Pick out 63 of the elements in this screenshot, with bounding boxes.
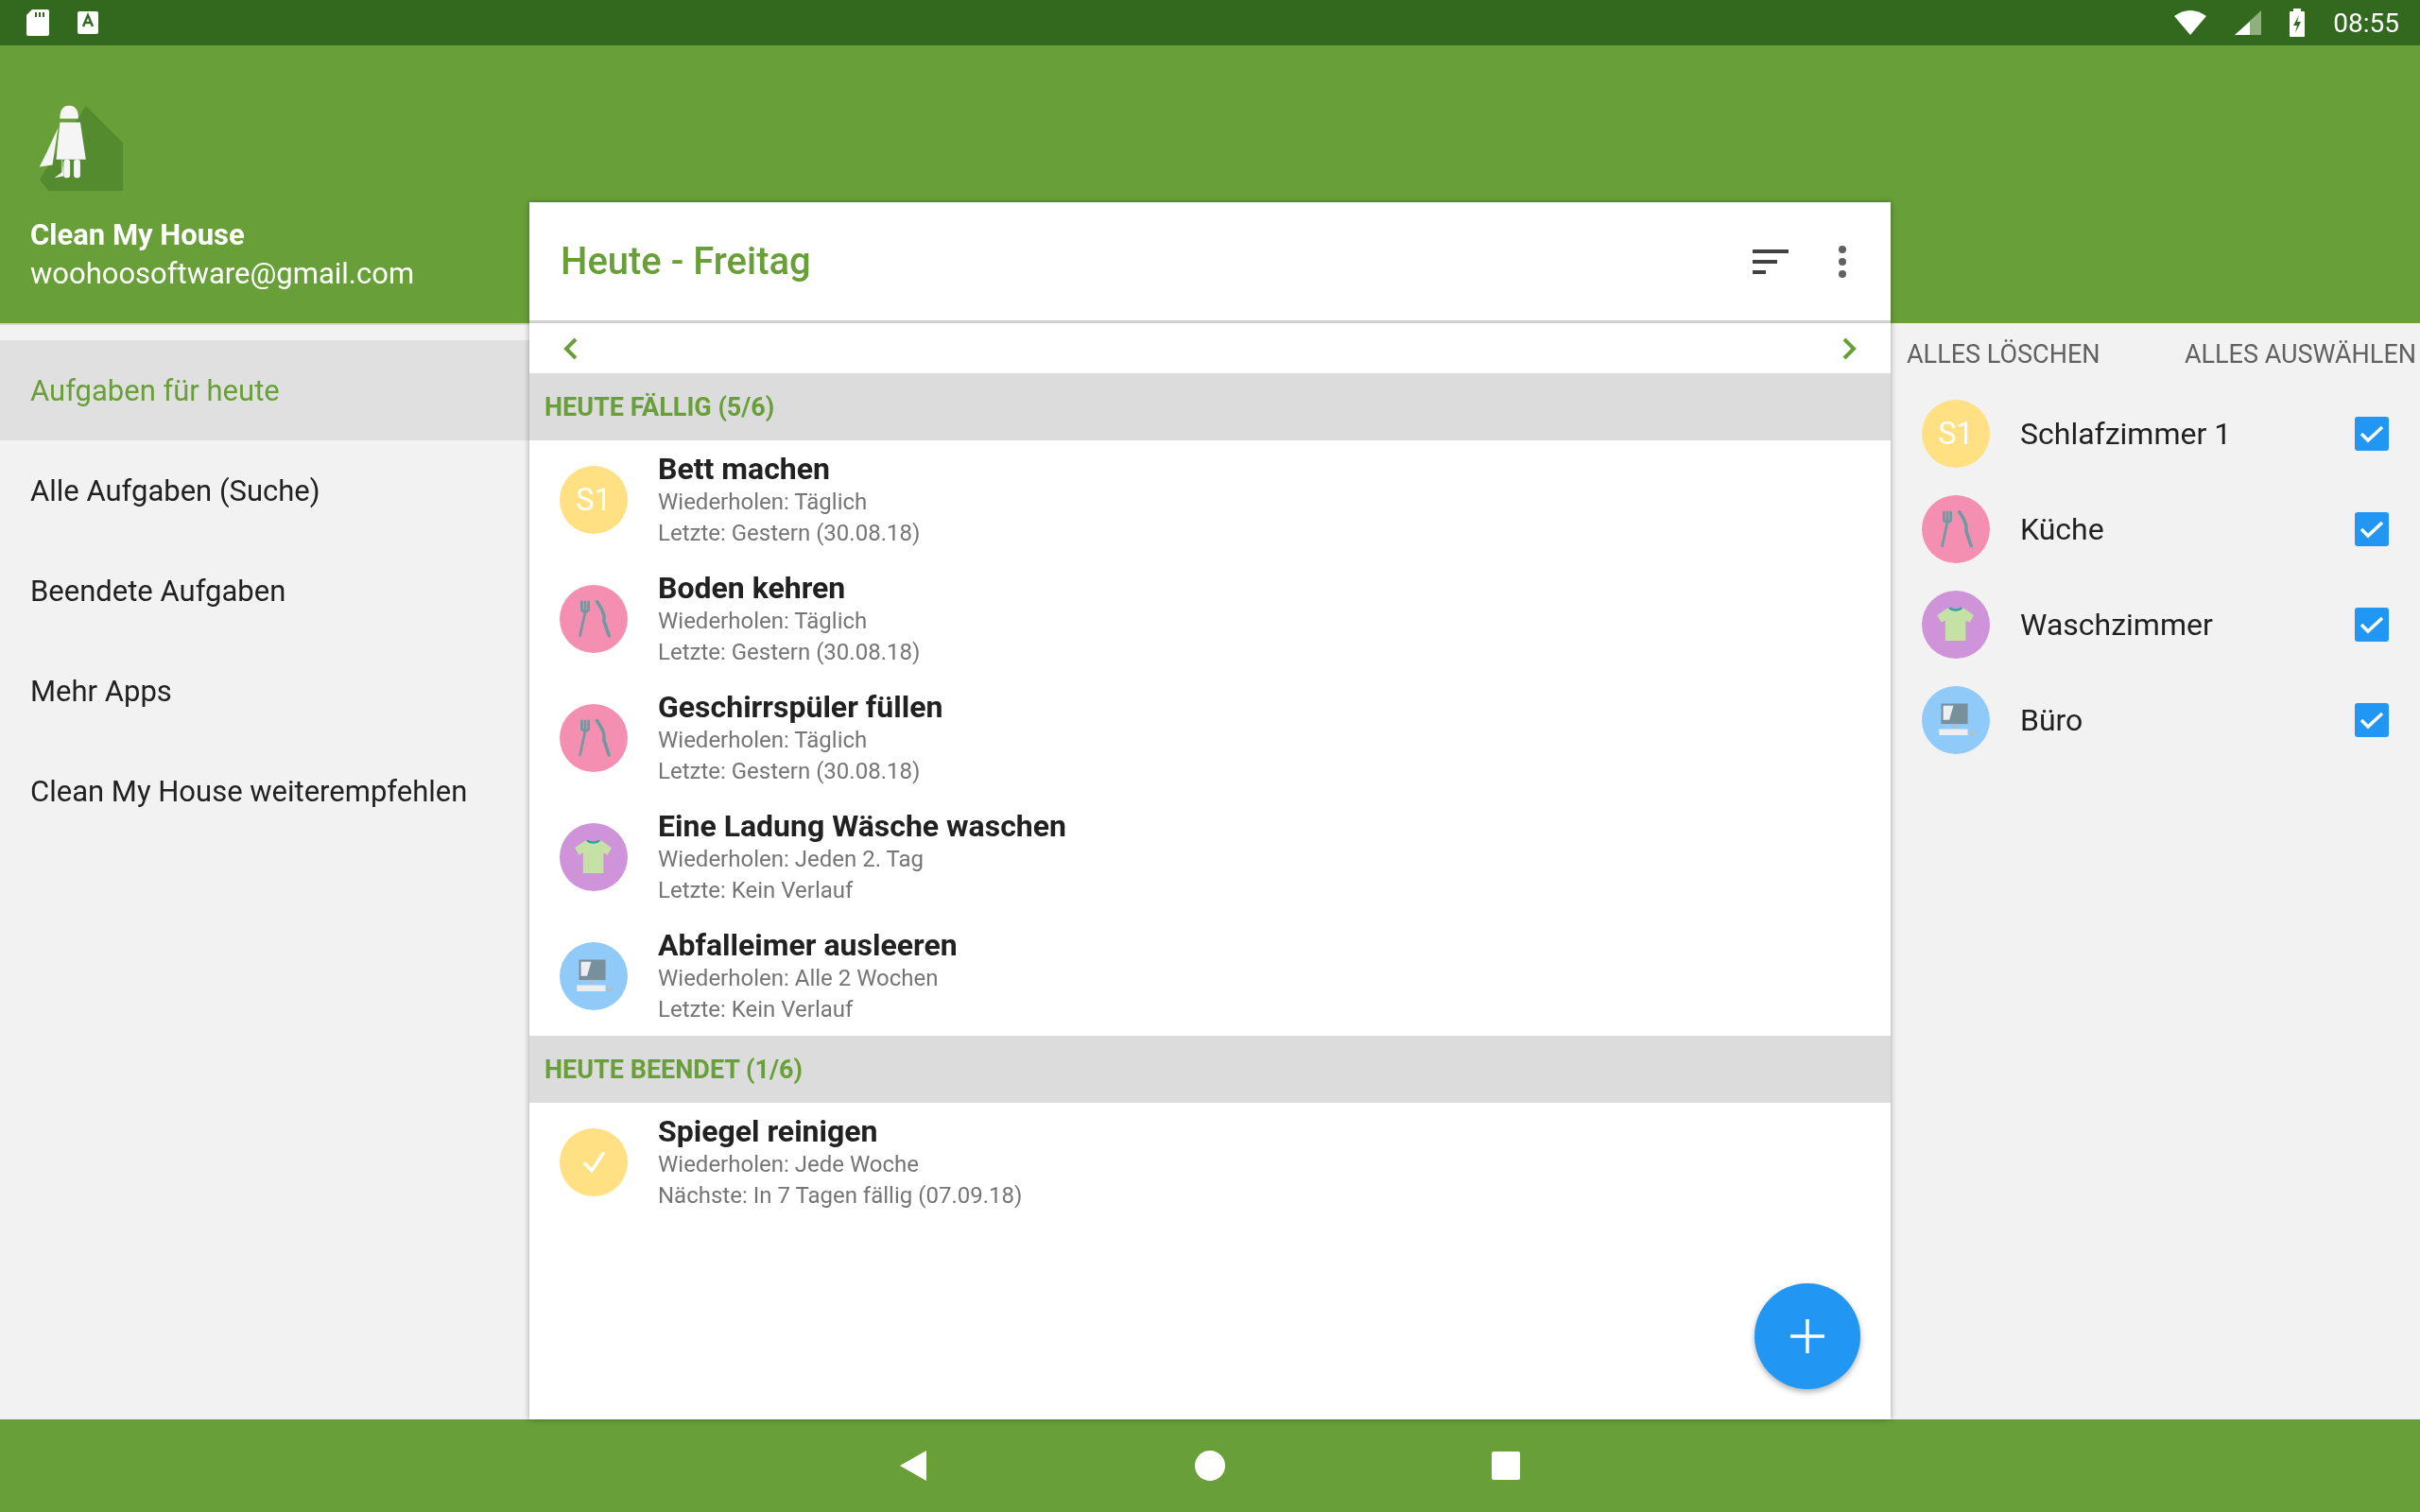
task-title[interactable]: Boden kehren [658,570,921,606]
room-name: Küche [2020,510,2105,547]
task-detail: Letzte: Gestern (30.08.18) [658,519,921,548]
task-repeat: Wiederholen: Täglich [658,488,869,517]
cutlery-icon [577,600,611,638]
room-name: Schlafzimmer 1 [2020,415,2233,452]
room-checkbox[interactable] [2355,607,2389,642]
checkmark-icon [2360,614,2384,634]
section-header: HEUTE FÄLLIG (5/6) [529,373,1891,440]
initials-text: S1 [1938,415,1974,452]
more-vertical-icon [1838,244,1847,279]
plus-icon [1789,1317,1826,1355]
task-detail: Letzte: Kein Verlauf [658,995,855,1024]
drawer-item[interactable]: Mehr Apps [0,641,529,741]
drawer-item[interactable]: Clean My House weiterempfehlen [0,741,529,841]
cutlery-icon [577,719,611,757]
signal-icon [2235,10,2262,35]
room-checkbox[interactable] [2355,416,2389,451]
keyboard-icon [78,11,98,34]
task-title[interactable]: Spiegel reinigen [658,1113,1023,1149]
wifi-icon [2174,10,2207,35]
back-triangle-icon [900,1451,928,1481]
task-title[interactable]: Geschirrspüler füllen [658,689,943,725]
shirt-icon [1935,605,1977,644]
task-repeat: Wiederholen: Täglich [658,726,869,755]
task-detail: Nächste: In 7 Tagen fällig (07.09.18) [658,1181,1023,1211]
room-name: Waschzimmer [2020,606,2214,643]
checkmark-icon [2360,710,2384,730]
task-title[interactable]: Abfalleimer ausleeren [658,927,958,963]
task-repeat: Wiederholen: Jeden 2. Tag [658,845,925,874]
card-title: Heute - Freitag [561,239,812,284]
chevron-left-icon [563,336,579,360]
task-detail: Letzte: Gestern (30.08.18) [658,757,922,786]
drawer-item[interactable]: Alle Aufgaben (Suche) [0,440,529,541]
checkmark-icon [2360,519,2384,539]
home-circle-icon [1195,1451,1225,1481]
action-button[interactable]: ALLES AUSWÄHLEN [2184,339,2416,369]
recents-square-icon [1492,1452,1520,1480]
sort-icon [1753,249,1789,274]
battery-icon [2290,9,2306,37]
task-repeat: Wiederholen: Jede Woche [658,1150,921,1179]
account-email: woohoosoftware@gmail.com [30,256,416,291]
initials-text: S1 [576,482,612,518]
drawer-item[interactable]: Beendete Aufgaben [0,541,529,641]
task-repeat: Wiederholen: Alle 2 Wochen [658,964,940,993]
checkmark-icon [2360,423,2384,443]
room-checkbox[interactable] [2355,702,2389,737]
task-repeat: Wiederholen: Täglich [658,607,869,636]
cutlery-icon [1939,509,1973,548]
room-checkbox[interactable] [2355,511,2389,546]
task-title[interactable]: Bett machen [658,451,921,487]
section-header: HEUTE BEENDET (1/6) [529,1036,1891,1103]
sd-card-icon [26,9,49,36]
add-button[interactable] [1754,1283,1860,1389]
chevron-right-icon [1841,336,1857,360]
app-name: Clean My House [30,217,246,252]
task-detail: Letzte: Gestern (30.08.18) [658,638,921,667]
room-name: Büro [2020,701,2084,738]
action-button[interactable]: ALLES LÖSCHEN [1907,339,2100,369]
task-title[interactable]: Eine Ladung Wäsche waschen [658,808,1066,844]
shirt-icon [573,838,614,876]
clock-time: 08:55 [2333,7,2399,39]
task-detail: Letzte: Kein Verlauf [658,876,855,905]
